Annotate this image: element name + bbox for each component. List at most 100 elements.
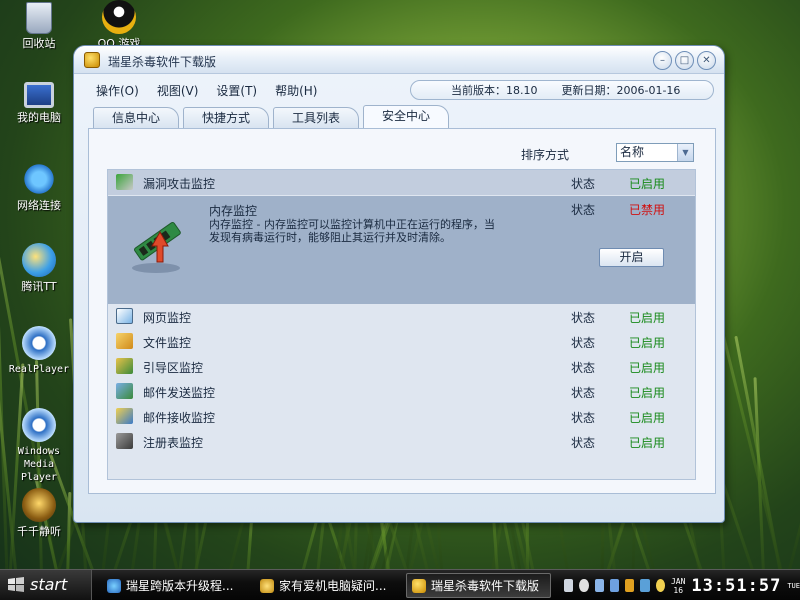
keyboard-icon[interactable] bbox=[564, 579, 574, 592]
tab-strip: 信息中心 快捷方式 工具列表 安全中心 bbox=[93, 105, 453, 129]
recycle-bin-icon bbox=[26, 2, 52, 34]
desktop-icon-ttplayer[interactable]: 千千静听 bbox=[4, 488, 74, 538]
boot-sector-icon bbox=[116, 358, 133, 374]
file-icon bbox=[116, 333, 133, 349]
rising-logo-icon bbox=[412, 579, 426, 593]
taskbar-item-label: 瑞星跨版本升级程... bbox=[126, 579, 234, 593]
monitor-list: 漏洞攻击监控 状态 已启用 内存监控 状态 已禁用 内存监控 - 内存监控可以监… bbox=[107, 169, 696, 480]
desktop-icon-label: 千千静听 bbox=[17, 525, 61, 538]
chevron-down-icon[interactable]: ▼ bbox=[677, 144, 693, 161]
media-player-icon bbox=[22, 408, 56, 442]
menu-bar: 操作(O) 视图(V) 设置(T) 帮助(H) 当前版本：18.10 更新日期：… bbox=[74, 74, 724, 104]
current-version: 当前版本：18.10 bbox=[451, 84, 538, 97]
state-label: 状态 bbox=[571, 203, 596, 217]
monitor-name: 网页监控 bbox=[143, 311, 192, 325]
tab-shortcuts[interactable]: 快捷方式 bbox=[183, 107, 270, 129]
monitor-name: 邮件发送监控 bbox=[143, 386, 216, 400]
tencent-tt-icon bbox=[22, 243, 56, 277]
update-date: 更新日期：2006-01-16 bbox=[561, 84, 681, 97]
list-item[interactable]: 注册表监控 状态 已启用 bbox=[108, 429, 695, 454]
desktop-icon-network[interactable]: 网络连接 bbox=[4, 162, 74, 212]
rising-logo-icon bbox=[84, 52, 100, 68]
tab-info-center[interactable]: 信息中心 bbox=[93, 107, 180, 129]
sort-dropdown[interactable]: 名称 ▼ bbox=[616, 143, 694, 162]
menu-settings[interactable]: 设置(T) bbox=[216, 82, 257, 99]
start-label: start bbox=[30, 575, 68, 594]
ttplayer-icon bbox=[22, 488, 56, 522]
camera-icon[interactable] bbox=[594, 579, 604, 592]
sort-label: 排序方式 bbox=[521, 148, 570, 162]
clock-time[interactable]: 13:51:57 bbox=[691, 576, 781, 596]
list-item[interactable]: 文件监控 状态 已启用 bbox=[108, 329, 695, 354]
close-button[interactable]: ✕ bbox=[697, 51, 716, 70]
monitor-name: 漏洞攻击监控 bbox=[143, 177, 216, 191]
weather-icon[interactable] bbox=[655, 579, 665, 592]
taskbar-item-rising[interactable]: 瑞星杀毒软件下载版 bbox=[406, 573, 551, 598]
clock-weekday: TUE bbox=[787, 581, 800, 590]
desktop-icon-my-computer[interactable]: 我的电脑 bbox=[4, 82, 74, 124]
close-icon: ✕ bbox=[702, 55, 711, 66]
enable-button[interactable]: 开启 bbox=[599, 248, 664, 267]
start-button[interactable]: start bbox=[0, 570, 92, 600]
sort-value: 名称 bbox=[620, 145, 645, 159]
monitor-name: 文件监控 bbox=[143, 336, 192, 350]
list-item[interactable]: 网页监控 状态 已启用 bbox=[108, 304, 695, 329]
mail-receive-icon bbox=[116, 408, 133, 424]
menu-operation[interactable]: 操作(O) bbox=[96, 82, 139, 99]
clock-day-number: 16 bbox=[673, 585, 684, 595]
tab-security-center[interactable]: 安全中心 bbox=[363, 105, 450, 129]
menu-help[interactable]: 帮助(H) bbox=[275, 82, 317, 99]
grass-blade bbox=[753, 376, 768, 600]
desktop-icon-realplayer[interactable]: RealPlayer bbox=[4, 326, 74, 376]
grass-blade bbox=[734, 335, 792, 600]
upgrade-program-icon bbox=[107, 579, 121, 593]
state-label: 状态 bbox=[571, 386, 596, 400]
taskbar-item-label: 瑞星杀毒软件下载版 bbox=[431, 579, 540, 593]
maximize-button[interactable]: □ bbox=[675, 51, 694, 70]
title-bar[interactable]: 瑞星杀毒软件下载版 – □ ✕ bbox=[74, 46, 724, 74]
tab-tool-list[interactable]: 工具列表 bbox=[273, 107, 360, 129]
messenger-icon[interactable] bbox=[640, 579, 650, 592]
minimize-button[interactable]: – bbox=[653, 51, 672, 70]
taskbar-item-browser[interactable]: 家有爱机电脑疑问... bbox=[254, 573, 399, 598]
realplayer-icon bbox=[22, 326, 56, 360]
menu-view[interactable]: 视图(V) bbox=[157, 82, 199, 99]
desktop-icon-recycle-bin[interactable]: 回收站 bbox=[4, 2, 74, 50]
taskbar: start 瑞星跨版本升级程... 家有爱机电脑疑问... 瑞星杀毒软件下载版 … bbox=[0, 569, 800, 600]
qq-penguin-icon bbox=[102, 0, 136, 34]
mail-send-icon bbox=[116, 383, 133, 399]
windows-flag-icon bbox=[8, 577, 24, 592]
network-connections-icon bbox=[22, 162, 56, 196]
taskbar-item-upgrade[interactable]: 瑞星跨版本升级程... bbox=[101, 573, 246, 598]
desktop-icon-label: 回收站 bbox=[22, 37, 56, 50]
grass-blade bbox=[774, 162, 800, 600]
state-label: 状态 bbox=[571, 336, 596, 350]
clock-month: JAN bbox=[670, 576, 686, 586]
taskbar-item-label: 家有爱机电脑疑问... bbox=[279, 579, 387, 593]
version-info: 当前版本：18.10 更新日期：2006-01-16 bbox=[410, 80, 714, 100]
memory-monitor-title: 内存监控 bbox=[209, 204, 258, 218]
webpage-icon bbox=[116, 308, 133, 324]
list-item[interactable]: 邮件发送监控 状态 已启用 bbox=[108, 379, 695, 404]
memory-chip-icon bbox=[132, 221, 181, 273]
volume-icon[interactable] bbox=[579, 579, 589, 592]
list-item[interactable]: 漏洞攻击监控 状态 已启用 bbox=[108, 170, 695, 195]
monitor-name: 注册表监控 bbox=[143, 436, 204, 450]
network-icon[interactable] bbox=[609, 579, 620, 592]
registry-icon bbox=[116, 433, 133, 449]
desktop-icon-tencent-tt[interactable]: 腾讯TT bbox=[4, 243, 74, 293]
security-icon[interactable] bbox=[625, 579, 635, 592]
list-item[interactable]: 引导区监控 状态 已启用 bbox=[108, 354, 695, 379]
desktop-icon-qq-game[interactable]: QQ 游戏 bbox=[84, 0, 154, 50]
state-label: 状态 bbox=[571, 311, 596, 325]
status-enabled: 已启用 bbox=[629, 177, 666, 191]
grass-blade bbox=[791, 267, 800, 600]
state-label: 状态 bbox=[571, 361, 596, 375]
security-center-panel: 排序方式 名称 ▼ 漏洞攻击监控 状态 已启用 内存监控 状态 已禁用 内存监控… bbox=[88, 128, 716, 494]
desktop-icon-media-player[interactable]: Windows Media Player bbox=[4, 408, 74, 484]
state-label: 状态 bbox=[571, 411, 596, 425]
clock-date: JAN 16 bbox=[671, 577, 685, 595]
status-enabled: 已启用 bbox=[629, 336, 666, 350]
my-computer-icon bbox=[24, 82, 54, 108]
list-item[interactable]: 邮件接收监控 状态 已启用 bbox=[108, 404, 695, 429]
